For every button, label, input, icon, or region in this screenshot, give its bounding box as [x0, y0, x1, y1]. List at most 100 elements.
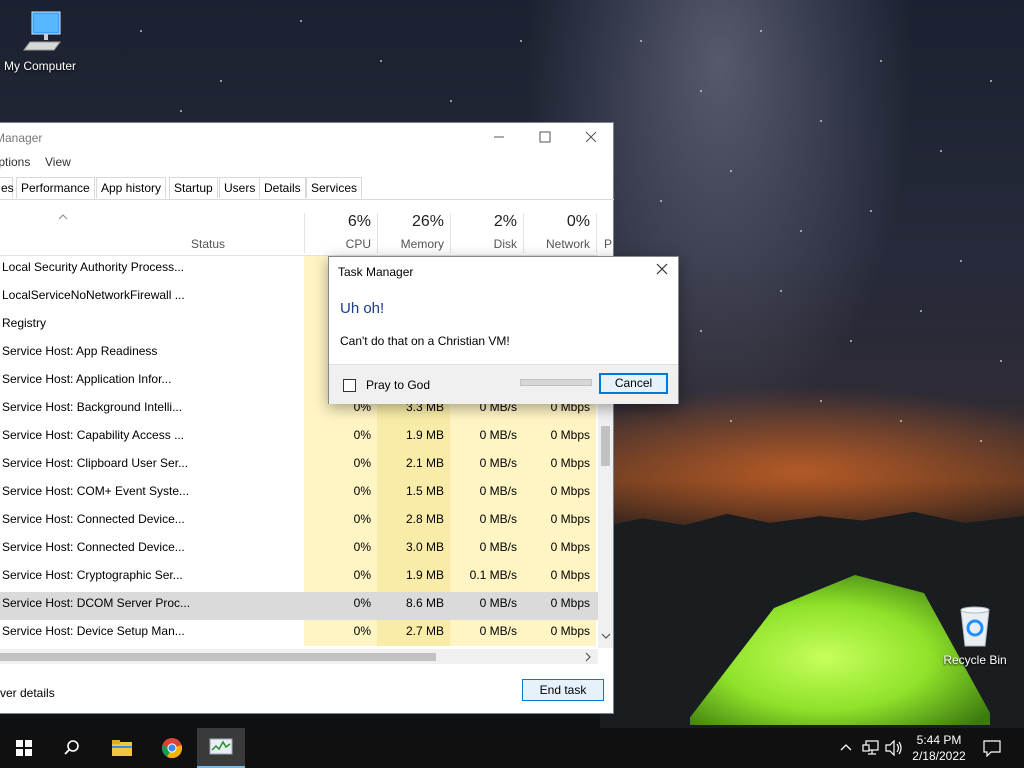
star — [760, 30, 762, 32]
process-mem-value: 1.9 MB — [405, 428, 444, 442]
window-title: Task Manager — [0, 131, 43, 145]
volume-icon[interactable] — [885, 740, 903, 756]
star — [980, 440, 982, 442]
column-status[interactable]: Status — [191, 237, 225, 251]
maximize-button[interactable] — [522, 123, 568, 151]
process-row[interactable]: Service Host: Connected Device... 0% 3.0 M… — [0, 536, 598, 564]
task-manager-taskbar-button[interactable] — [197, 728, 245, 768]
maximize-icon — [539, 131, 551, 143]
pray-to-god-checkbox[interactable] — [343, 379, 356, 392]
desktop-icon-label: My Computer — [3, 59, 77, 73]
process-name: Local Security Authority Process... — [2, 260, 185, 274]
process-row[interactable]: Service Host: DCOM Server Proc... 0% 8.6 M… — [0, 592, 598, 620]
process-cpu-value: 0% — [353, 568, 371, 582]
title-bar[interactable]: Task Manager — [0, 123, 613, 151]
column-disk[interactable]: Disk — [451, 237, 517, 251]
process-name: Service Host: Connected Device... — [2, 540, 185, 554]
disk-total-percent[interactable]: 2% — [451, 213, 517, 231]
process-cpu-value: 0% — [353, 512, 371, 526]
star — [900, 420, 902, 422]
minimize-icon — [494, 136, 504, 138]
scroll-down-icon[interactable] — [601, 632, 611, 640]
dialog-close-button[interactable] — [652, 261, 672, 281]
process-name: LocalServiceNoNetworkFirewall ... — [2, 288, 185, 302]
column-header-row: Status 6% CPU 26% Memory 2% Disk 0% Netw… — [0, 211, 612, 256]
taskbar-clock[interactable]: 5:44 PM 2/18/2022 — [904, 732, 974, 764]
task-manager-window[interactable]: Task Manager Options View es Performance… — [0, 122, 614, 714]
process-row[interactable]: Service Host: Capability Access ... 0% 1.9… — [0, 424, 598, 452]
horizontal-scroll-thumb[interactable] — [0, 653, 436, 661]
sort-ascending-icon[interactable] — [58, 213, 68, 221]
star — [640, 40, 642, 42]
tab-services[interactable]: Services — [306, 177, 363, 198]
star — [960, 260, 962, 262]
process-name: Service Host: Cryptographic Ser... — [2, 568, 183, 582]
show-hidden-icons-chevron-icon[interactable] — [840, 742, 852, 752]
dialog-message: Can't do that on a Christian VM! — [340, 334, 510, 348]
process-name: Service Host: DCOM Server Proc... — [2, 596, 191, 610]
process-net-value: 0 Mbps — [550, 456, 590, 470]
recycle-bin-icon — [960, 606, 990, 647]
tab-details[interactable]: Details — [259, 177, 306, 198]
dialog-heading: Uh oh! — [340, 300, 385, 317]
end-task-button[interactable]: End task — [522, 679, 604, 701]
process-name: Service Host: Clipboard User Ser... — [2, 456, 189, 470]
scroll-right-icon[interactable] — [584, 652, 592, 662]
process-row[interactable]: Service Host: Cryptographic Ser... 0% 1.9 … — [0, 564, 598, 592]
fewer-details-link[interactable]: ver details — [0, 686, 55, 700]
star — [870, 210, 872, 212]
star — [940, 150, 942, 152]
menu-view[interactable]: View — [45, 155, 71, 169]
star — [820, 120, 822, 122]
process-cpu-value: 0% — [353, 428, 371, 442]
dialog-title: Task Manager — [338, 265, 414, 279]
star — [820, 400, 822, 402]
tab-users[interactable]: Users — [219, 177, 261, 198]
memory-total-percent[interactable]: 26% — [378, 213, 444, 231]
checkbox-label[interactable]: Pray to God — [366, 378, 430, 392]
process-row[interactable]: Service Host: COM+ Event Syste... 0% 1.5 M… — [0, 480, 598, 508]
search-button[interactable] — [48, 728, 96, 768]
chrome-button[interactable] — [148, 728, 196, 768]
vertical-scroll-thumb[interactable] — [601, 426, 610, 466]
process-disk-value: 0 MB/s — [479, 456, 517, 470]
action-center-icon[interactable] — [983, 740, 1001, 757]
tab-processes[interactable]: es — [0, 177, 14, 198]
cpu-total-percent[interactable]: 6% — [305, 213, 371, 231]
column-memory[interactable]: Memory — [378, 237, 444, 251]
start-button[interactable] — [0, 728, 48, 768]
file-explorer-icon — [112, 740, 132, 756]
star — [520, 40, 522, 42]
search-icon — [64, 740, 79, 755]
network-total-percent[interactable]: 0% — [524, 213, 590, 231]
column-cpu[interactable]: CPU — [305, 237, 371, 251]
error-dialog[interactable]: Task Manager Uh oh! Can't do that on a C… — [328, 256, 679, 404]
column-divider[interactable] — [596, 213, 597, 253]
star — [700, 330, 702, 332]
file-explorer-button[interactable] — [98, 728, 146, 768]
process-row[interactable]: Service Host: Device Setup Man... 0% 2.7 M… — [0, 620, 598, 646]
process-row[interactable]: Service Host: Connected Device... 0% 2.8 M… — [0, 508, 598, 536]
clock-time: 5:44 PM — [916, 733, 962, 747]
process-cpu-value: 0% — [353, 456, 371, 470]
tab-startup[interactable]: Startup — [169, 177, 218, 198]
minimize-button[interactable] — [476, 123, 522, 151]
desktop-icon-my-computer[interactable]: My Computer — [0, 8, 80, 73]
column-power[interactable]: P — [604, 237, 612, 251]
menu-options[interactable]: Options — [0, 155, 30, 169]
horizontal-scrollbar[interactable] — [0, 649, 598, 664]
network-icon[interactable] — [862, 740, 880, 756]
tab-app-history[interactable]: App history — [96, 177, 167, 198]
close-button[interactable] — [568, 123, 614, 151]
star — [660, 200, 662, 202]
process-cpu-value: 0% — [353, 596, 371, 610]
column-network[interactable]: Network — [524, 237, 590, 251]
cancel-button[interactable]: Cancel — [599, 373, 668, 394]
process-mem-value: 2.8 MB — [405, 512, 444, 526]
process-row[interactable]: Service Host: Clipboard User Ser... 0% 2.1… — [0, 452, 598, 480]
process-net-value: 0 Mbps — [550, 540, 590, 554]
process-name: Service Host: COM+ Event Syste... — [2, 484, 190, 498]
process-disk-value: 0.1 MB/s — [469, 568, 517, 582]
desktop-icon-recycle-bin[interactable]: Recycle Bin — [935, 604, 1015, 667]
tab-performance[interactable]: Performance — [16, 177, 95, 198]
